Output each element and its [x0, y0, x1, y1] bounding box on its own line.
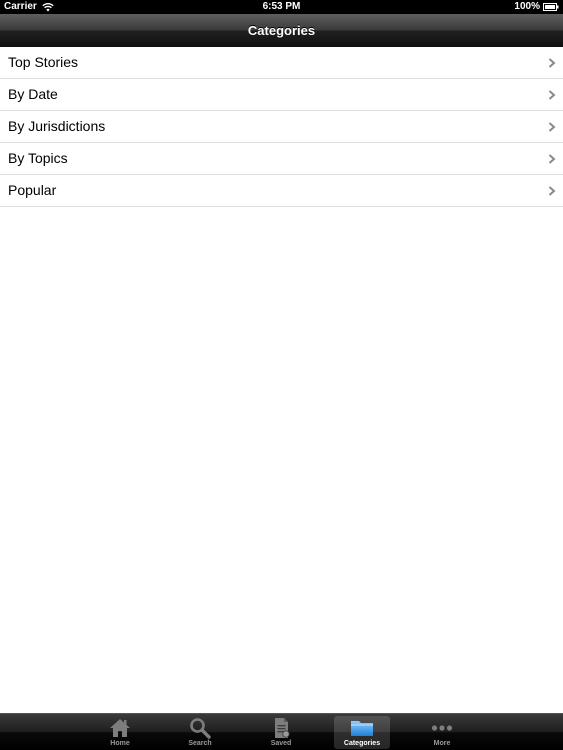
navigation-bar: Categories [0, 14, 563, 48]
tab-bar: Home Search Saved Categories More [0, 713, 563, 750]
tab-home[interactable]: Home [92, 716, 148, 749]
tab-search[interactable]: Search [172, 716, 228, 749]
tab-label: Home [110, 740, 130, 747]
list-item-top-stories[interactable]: Top Stories [0, 47, 563, 79]
list-item-by-topics[interactable]: By Topics [0, 143, 563, 175]
battery-percent: 100% [514, 1, 540, 12]
tab-label: Saved [270, 740, 292, 747]
chevron-right-icon [548, 186, 556, 196]
tab-saved[interactable]: Saved [253, 716, 309, 749]
status-time: 6:53 PM [262, 1, 301, 12]
tab-more[interactable]: More [414, 716, 470, 749]
chevron-right-icon [548, 154, 556, 164]
chevron-right-icon [548, 90, 556, 100]
ipad-screen: Carrier 6:53 PM 100% Categories Top Stor… [0, 0, 563, 750]
tab-label: More [433, 740, 451, 747]
tab-label: Categories [343, 740, 381, 747]
list-item-by-date[interactable]: By Date [0, 79, 563, 111]
list-item-label: By Jurisdictions [8, 118, 106, 134]
status-bar: Carrier 6:53 PM 100% [0, 0, 563, 14]
battery-icon [543, 3, 559, 11]
list-item-by-jurisdictions[interactable]: By Jurisdictions [0, 111, 563, 143]
list-item-label: By Date [8, 86, 58, 102]
list-item-popular[interactable]: Popular [0, 175, 563, 207]
list-item-label: By Topics [8, 150, 68, 166]
chevron-right-icon [548, 58, 556, 68]
category-list: Top Stories By Date By Jurisdictions By … [0, 47, 563, 207]
list-item-label: Popular [8, 182, 57, 198]
saved-document-icon [275, 718, 290, 738]
home-icon [110, 719, 130, 737]
folder-icon [351, 721, 373, 736]
chevron-right-icon [548, 122, 556, 132]
tab-categories[interactable]: Categories [334, 716, 390, 749]
more-icon [431, 725, 453, 731]
tab-label: Search [188, 740, 212, 747]
battery-group: 100% [514, 0, 559, 14]
search-icon [190, 718, 211, 739]
list-item-label: Top Stories [8, 54, 79, 70]
nav-title: Categories [247, 23, 316, 38]
